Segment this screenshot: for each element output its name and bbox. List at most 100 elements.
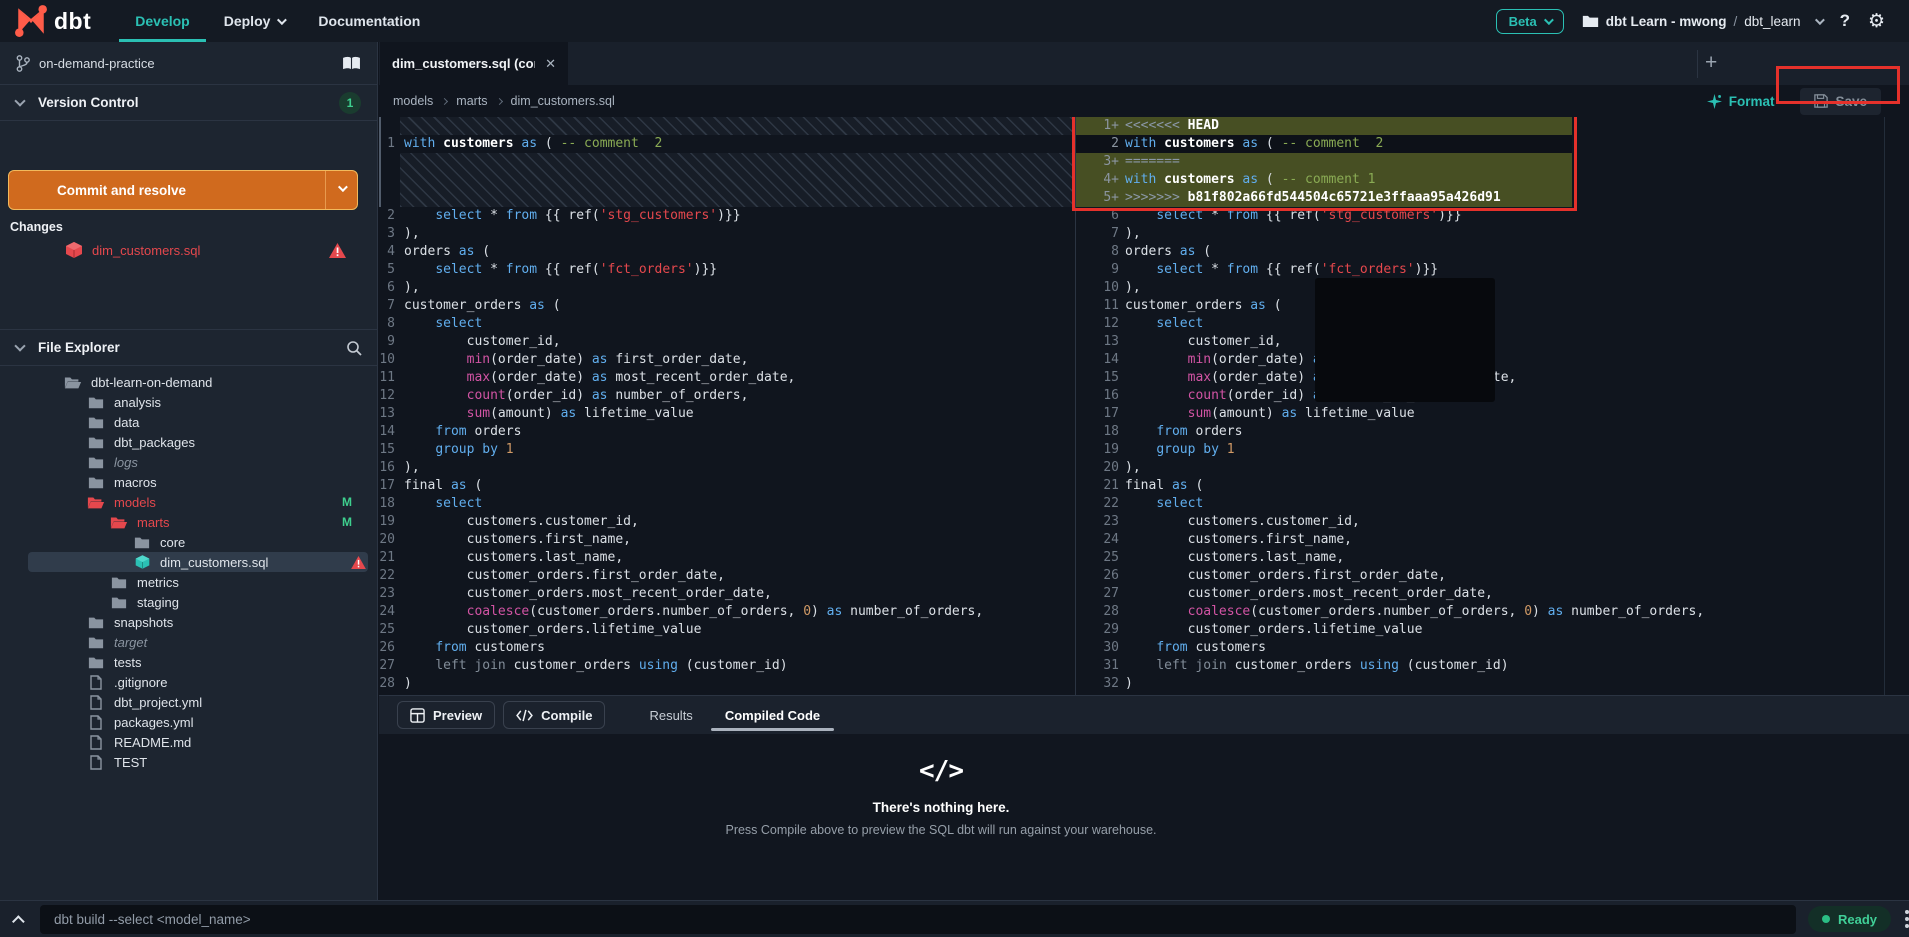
diff-left-pane[interactable]: 1with customers as ( -- comment 2 2 selec… <box>379 117 1075 695</box>
nav-item-develop[interactable]: Develop <box>125 0 199 42</box>
code-line[interactable]: 6 select * from {{ ref('stg_customers')}… <box>1076 207 1909 225</box>
nav-item-deploy[interactable]: Deploy <box>214 0 295 42</box>
save-button[interactable]: Save <box>1800 88 1881 115</box>
tree-item-data[interactable]: data <box>0 412 378 432</box>
tree-item-staging[interactable]: staging <box>0 592 378 612</box>
code-line[interactable]: 30 from customers <box>1076 639 1909 657</box>
gear-icon[interactable]: ⚙ <box>1868 10 1885 33</box>
code-line[interactable]: 27 customer_orders.most_recent_order_dat… <box>1076 585 1909 603</box>
search-icon[interactable] <box>346 340 362 356</box>
git-branch-row[interactable]: on-demand-practice <box>0 42 377 85</box>
tree-item-dbt-packages[interactable]: dbt_packages <box>0 432 378 452</box>
code-line[interactable]: 24 coalesce(customer_orders.number_of_or… <box>379 603 1075 621</box>
changed-file-row[interactable]: dim_customers.sql <box>64 241 364 259</box>
tree-item-tests[interactable]: tests <box>0 652 378 672</box>
code-line[interactable]: 23 customers.customer_id, <box>1076 513 1909 531</box>
nav-item-documentation[interactable]: Documentation <box>308 0 430 42</box>
code-line[interactable]: 20 customers.first_name, <box>379 531 1075 549</box>
code-line[interactable]: 29 customer_orders.lifetime_value <box>1076 621 1909 639</box>
collapse-panel-button[interactable] <box>0 915 40 924</box>
code-line[interactable]: 3+======= <box>1076 153 1909 171</box>
code-line[interactable]: 13 sum(amount) as lifetime_value <box>379 405 1075 423</box>
code-line[interactable]: 3), <box>379 225 1075 243</box>
code-line[interactable]: 8orders as ( <box>1076 243 1909 261</box>
code-line[interactable]: 18 select <box>379 495 1075 513</box>
code-line[interactable]: 32) <box>1076 675 1909 693</box>
tree-item-dbt-project-yml[interactable]: dbt_project.yml <box>0 692 378 712</box>
tab-compiled-code[interactable]: Compiled Code <box>709 696 836 734</box>
code-line[interactable]: 21final as ( <box>1076 477 1909 495</box>
code-line[interactable]: 7), <box>1076 225 1909 243</box>
tree-item-target[interactable]: target <box>0 632 378 652</box>
breadcrumb-item[interactable]: models <box>393 94 433 108</box>
code-line[interactable]: 9 customer_id, <box>379 333 1075 351</box>
code-line[interactable]: 22 customer_orders.first_order_date, <box>379 567 1075 585</box>
code-line[interactable]: 17final as ( <box>379 477 1075 495</box>
code-line[interactable]: 7customer_orders as ( <box>379 297 1075 315</box>
help-icon[interactable]: ? <box>1840 11 1850 31</box>
project-switcher[interactable]: dbt Learn - mwong / dbt_learn <box>1582 14 1822 29</box>
tree-item-readme-md[interactable]: README.md <box>0 732 378 752</box>
tree-item-models[interactable]: modelsM <box>0 492 378 512</box>
tree-item-metrics[interactable]: metrics <box>0 572 378 592</box>
code-line[interactable]: 22 select <box>1076 495 1909 513</box>
kebab-menu-icon[interactable] <box>1905 910 1909 928</box>
code-line[interactable]: 17 sum(amount) as lifetime_value <box>1076 405 1909 423</box>
code-line[interactable]: 2 select * from {{ ref('stg_customers')}… <box>379 207 1075 225</box>
tree-item--gitignore[interactable]: .gitignore <box>0 672 378 692</box>
tree-item-snapshots[interactable]: snapshots <box>0 612 378 632</box>
breadcrumb-item[interactable]: marts <box>456 94 487 108</box>
preview-button[interactable]: Preview <box>397 701 495 729</box>
code-line[interactable]: 10 min(order_date) as first_order_date, <box>379 351 1075 369</box>
code-line[interactable]: 24 customers.first_name, <box>1076 531 1909 549</box>
code-line[interactable]: 19 customers.customer_id, <box>379 513 1075 531</box>
beta-toggle[interactable]: Beta <box>1496 9 1564 34</box>
code-line[interactable]: 27 left join customer_orders using (cust… <box>379 657 1075 675</box>
code-line[interactable]: 9 select * from {{ ref('fct_orders')}} <box>1076 261 1909 279</box>
tree-item-packages-yml[interactable]: packages.yml <box>0 712 378 732</box>
diff-right-pane[interactable]: 1+<<<<<<< HEAD2with customers as ( -- co… <box>1076 117 1909 695</box>
code-line[interactable]: 4+with customers as ( -- comment 1 <box>1076 171 1909 189</box>
open-file-tab[interactable]: dim_customers.sql (confli... ✕ <box>380 42 568 85</box>
code-line[interactable]: 1+<<<<<<< HEAD <box>1076 117 1909 135</box>
command-input[interactable] <box>40 905 1796 934</box>
code-line[interactable]: 2with customers as ( -- comment 2 <box>1076 135 1909 153</box>
code-line[interactable]: 6), <box>379 279 1075 297</box>
code-line[interactable]: 20), <box>1076 459 1909 477</box>
code-line[interactable]: 25 customer_orders.lifetime_value <box>379 621 1075 639</box>
tree-item-logs[interactable]: logs <box>0 452 378 472</box>
code-line[interactable]: 26 from customers <box>379 639 1075 657</box>
tree-item-core[interactable]: core <box>0 532 378 552</box>
code-line[interactable]: 31 left join customer_orders using (cust… <box>1076 657 1909 675</box>
code-line[interactable]: 15 group by 1 <box>379 441 1075 459</box>
new-tab-button[interactable]: + <box>1705 52 1717 73</box>
tree-item-macros[interactable]: macros <box>0 472 378 492</box>
file-explorer-header[interactable]: File Explorer <box>0 330 378 365</box>
version-control-header[interactable]: Version Control 1 <box>0 85 377 120</box>
code-line[interactable]: 5 select * from {{ ref('fct_orders')}} <box>379 261 1075 279</box>
docs-book-icon[interactable] <box>342 56 361 71</box>
close-tab-icon[interactable]: ✕ <box>545 56 556 72</box>
diff-editor[interactable]: 1with customers as ( -- comment 2 2 selec… <box>379 117 1909 695</box>
compile-button[interactable]: Compile <box>503 701 605 729</box>
tree-item-analysis[interactable]: analysis <box>0 392 378 412</box>
commit-options-dropdown[interactable] <box>325 171 357 209</box>
commit-and-resolve-button[interactable]: Commit and resolve <box>8 170 358 210</box>
tree-item-dbt-learn-on-demand[interactable]: dbt-learn-on-demand <box>0 372 378 392</box>
code-line[interactable]: 23 customer_orders.most_recent_order_dat… <box>379 585 1075 603</box>
code-line[interactable]: 11 max(order_date) as most_recent_order_… <box>379 369 1075 387</box>
tree-item-marts[interactable]: martsM <box>0 512 378 532</box>
code-line[interactable]: 19 group by 1 <box>1076 441 1909 459</box>
tree-item-test[interactable]: TEST <box>0 752 378 772</box>
code-line[interactable]: 16), <box>379 459 1075 477</box>
tab-results[interactable]: Results <box>633 696 708 734</box>
format-button[interactable]: Format <box>1707 94 1775 109</box>
code-line[interactable]: 5+>>>>>>> b81f802a66fd544504c65721e3ffaa… <box>1076 189 1909 207</box>
tree-item-dim-customers-sql[interactable]: dim_customers.sql <box>0 552 378 572</box>
dbt-logo[interactable]: dbt <box>14 4 91 38</box>
code-line[interactable]: 14 from orders <box>379 423 1075 441</box>
code-line[interactable]: 1with customers as ( -- comment 2 <box>379 135 1075 153</box>
code-line[interactable]: 21 customers.last_name, <box>379 549 1075 567</box>
code-line[interactable]: 12 count(order_id) as number_of_orders, <box>379 387 1075 405</box>
scrollbar-track[interactable] <box>1884 117 1885 695</box>
